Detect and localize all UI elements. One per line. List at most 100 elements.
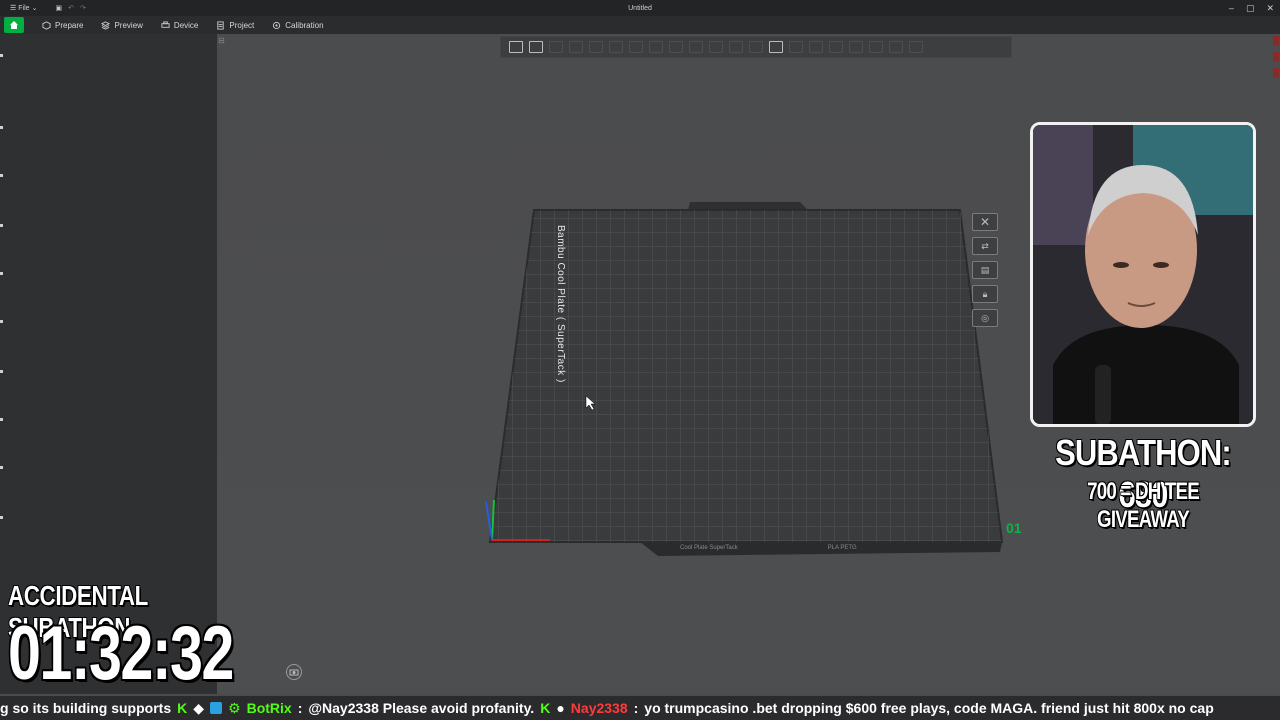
screen: ☰ File ⌄ ▣ ↶ ↷ Untitled – ▢ ✕ Prepare Pr… [0, 0, 1280, 720]
plate-info-strip: Cool Plate SuperTack PLA PETG [676, 542, 930, 554]
chat-message: @Nay2338 Please avoid profanity. [308, 700, 535, 716]
tab-prepare[interactable]: Prepare [42, 21, 83, 30]
edge-marker [0, 418, 3, 421]
tab-label: Prepare [55, 20, 84, 30]
settings-plate-icon[interactable]: ◎ [972, 309, 998, 327]
toolbar-tool[interactable] [829, 41, 843, 53]
object-toolbar [500, 36, 1012, 58]
add-object-icon[interactable] [509, 41, 523, 53]
chevron-down-icon: ⌄ [31, 5, 38, 12]
file-menu-label: File [18, 4, 30, 12]
close-icon[interactable]: ✕ [1266, 3, 1274, 14]
subathon-goal: 700 = DH TEE GIVEAWAY [1087, 478, 1200, 533]
file-menu[interactable]: ☰ File ⌄ [10, 4, 38, 13]
edge-marker [0, 516, 3, 519]
toolbar-tool[interactable] [549, 41, 563, 53]
toolbar-tool[interactable] [589, 41, 603, 53]
chat-message: yo trumpcasino .bet dropping $600 free p… [644, 700, 1214, 716]
toolbar-tool[interactable] [629, 41, 643, 53]
home-icon [10, 21, 18, 29]
edge-marker [0, 174, 3, 177]
edge-marker [1273, 68, 1279, 78]
diamond-badge-icon: ◆ [193, 699, 205, 716]
edge-marker [0, 466, 3, 469]
target-icon [273, 21, 281, 29]
title-bar: ☰ File ⌄ ▣ ↶ ↷ Untitled – ▢ ✕ [0, 0, 1280, 16]
webcam-overlay [1030, 122, 1256, 427]
save-icon[interactable]: ▣ [55, 4, 62, 12]
edge-marker [0, 320, 3, 323]
edge-marker [0, 224, 3, 227]
tab-label: Device [173, 20, 199, 30]
main-nav: Prepare Preview Device Project Calibrati… [0, 16, 1280, 34]
plate-actions: ✕ ⇄ ▤ 🔒︎ ◎ [965, 213, 1005, 327]
edge-marker [1273, 52, 1279, 62]
toolbar-tool[interactable] [689, 41, 703, 53]
toolbar-tool[interactable] [789, 41, 803, 53]
right-edge-markers [1273, 36, 1280, 116]
tab-device[interactable]: Device [161, 21, 198, 30]
sidebar-edge-markers [0, 34, 4, 694]
undo-icon[interactable]: ↶ [68, 4, 74, 12]
chat-separator: : [633, 700, 639, 716]
toolbar-tool[interactable] [749, 41, 763, 53]
orient-plate-icon[interactable]: ⇄ [972, 237, 998, 255]
edge-marker [0, 54, 3, 57]
plate-grid [490, 210, 1002, 542]
tab-label: Preview [114, 20, 143, 30]
delete-plate-icon[interactable]: ✕ [972, 213, 998, 231]
plate-strip-filament: PLA PETG [827, 545, 857, 551]
layers-icon [101, 20, 111, 30]
tab-calibration[interactable]: Calibration [272, 20, 324, 30]
redo-icon[interactable]: ↷ [80, 4, 86, 12]
plate-number: 01 [1006, 520, 1022, 536]
edge-marker [0, 370, 3, 373]
tab-preview[interactable]: Preview [101, 20, 143, 30]
plate-handle [688, 202, 808, 210]
grid-arrange-icon[interactable] [529, 41, 543, 53]
cube-icon [42, 20, 51, 30]
chat-username: Nay2338 [570, 700, 628, 716]
title-bar-left: ☰ File ⌄ ▣ ↶ ↷ [0, 4, 86, 13]
home-button[interactable] [4, 17, 24, 33]
kick-icon: K [540, 700, 551, 716]
hamburger-icon: ☰ [10, 5, 17, 12]
toolbar-tool[interactable] [809, 41, 823, 53]
chat-username: BotRix [246, 700, 292, 716]
toolbar-tool[interactable] [849, 41, 863, 53]
toolbar-tool[interactable] [709, 41, 723, 53]
toolbar-tool[interactable] [889, 41, 903, 53]
chat-ticker: g so its building supports K ◆ ⚙ BotRix … [0, 696, 1280, 720]
maximize-icon[interactable]: ▢ [1246, 3, 1255, 14]
z-axis [485, 501, 493, 541]
collapse-sidebar-icon[interactable]: ⊟ [218, 36, 225, 45]
document-icon [217, 20, 225, 30]
camera-icon [289, 669, 299, 676]
toolbar-tool[interactable] [909, 41, 923, 53]
edge-marker [1273, 36, 1279, 46]
plate-strip-type: Cool Plate SuperTack [680, 545, 738, 551]
lock-plate-icon[interactable]: 🔒︎ [972, 285, 998, 303]
subathon-timer: 01:32:32 [8, 611, 234, 696]
minimize-icon[interactable]: – [1229, 3, 1234, 13]
arrange-plate-icon[interactable]: ▤ [972, 261, 998, 279]
gear-badge-icon: ⚙ [228, 699, 241, 716]
build-plate[interactable] [470, 190, 1030, 570]
window-controls: – ▢ ✕ [1229, 0, 1274, 16]
toolbar-tool[interactable] [609, 41, 623, 53]
toolbar-tool[interactable] [669, 41, 683, 53]
toolbar-tool[interactable] [569, 41, 583, 53]
window-title: Untitled [628, 4, 652, 12]
text-tool-icon[interactable] [769, 41, 783, 53]
toolbar-tool[interactable] [649, 41, 663, 53]
toolbar-tool[interactable] [729, 41, 743, 53]
tab-label: Calibration [285, 20, 324, 30]
kick-icon: K [177, 700, 188, 716]
camera-view-icon[interactable] [286, 664, 302, 680]
chat-separator: : [297, 700, 303, 716]
bot-badge-icon [210, 702, 223, 714]
printer-icon [161, 20, 170, 28]
tab-project[interactable]: Project [216, 21, 254, 30]
toolbar-tool[interactable] [869, 41, 883, 53]
edge-marker [0, 126, 3, 129]
